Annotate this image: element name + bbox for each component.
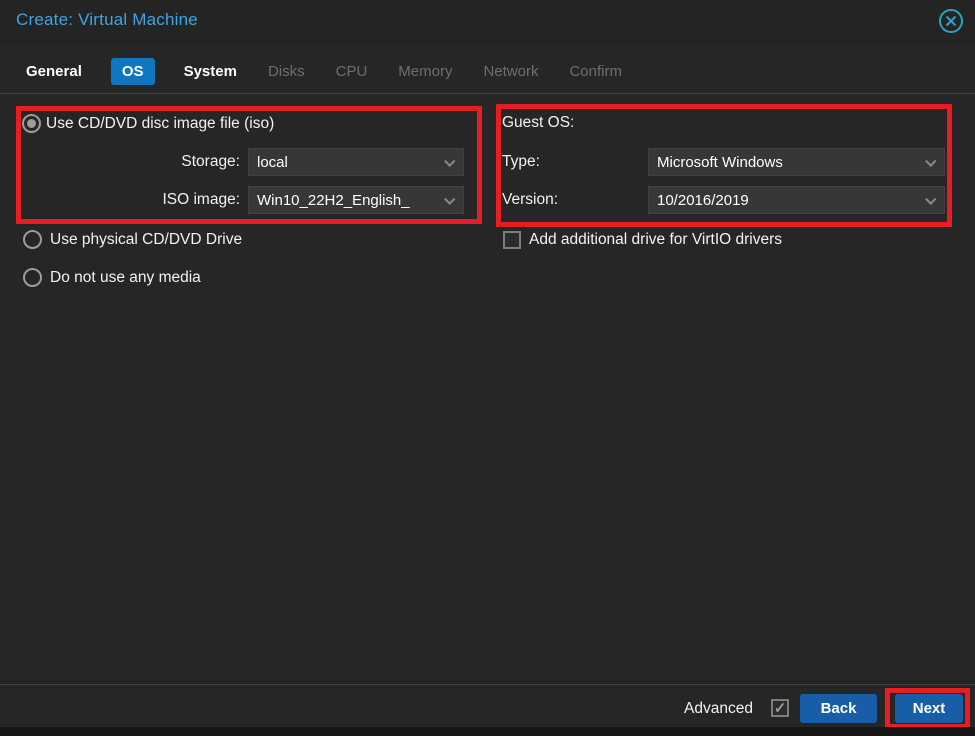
tab-network: Network <box>481 58 540 85</box>
radio-iso-image-label[interactable]: Use CD/DVD disc image file (iso) <box>46 115 274 133</box>
guest-os-version-select[interactable]: 10/2016/2019 <box>648 186 945 214</box>
tab-system[interactable]: System <box>182 58 239 85</box>
tab-confirm: Confirm <box>567 58 624 85</box>
radio-physical-drive-label[interactable]: Use physical CD/DVD Drive <box>50 231 242 249</box>
radio-physical-drive[interactable] <box>23 230 42 249</box>
chevron-down-icon <box>444 194 455 205</box>
back-button[interactable]: Back <box>800 694 877 723</box>
title-bar: Create: Virtual Machine <box>0 0 975 44</box>
advanced-checkbox[interactable] <box>771 699 789 717</box>
wizard-tabs: General OS System Disks CPU Memory Netwo… <box>24 55 624 87</box>
virtio-drive-label[interactable]: Add additional drive for VirtIO drivers <box>529 231 782 249</box>
chevron-down-icon <box>444 156 455 167</box>
tabs-separator <box>0 93 975 94</box>
iso-image-select-value: Win10_22H2_English_ <box>257 192 410 209</box>
tab-cpu: CPU <box>334 58 370 85</box>
tab-memory: Memory <box>396 58 454 85</box>
next-button[interactable]: Next <box>895 694 963 723</box>
iso-image-select[interactable]: Win10_22H2_English_ <box>248 186 464 214</box>
radio-iso-image[interactable] <box>22 114 41 133</box>
radio-no-media-label[interactable]: Do not use any media <box>50 269 201 287</box>
tab-os[interactable]: OS <box>111 58 155 85</box>
storage-label: Storage: <box>100 153 240 171</box>
radio-no-media[interactable] <box>23 268 42 287</box>
guest-os-type-select[interactable]: Microsoft Windows <box>648 148 945 176</box>
chevron-down-icon <box>925 194 936 205</box>
guest-os-type-label: Type: <box>502 153 540 171</box>
chevron-down-icon <box>925 156 936 167</box>
guest-os-heading: Guest OS: <box>502 114 574 132</box>
tab-general[interactable]: General <box>24 58 84 85</box>
dialog-title: Create: Virtual Machine <box>16 10 198 30</box>
advanced-label: Advanced <box>684 700 753 718</box>
guest-os-type-value: Microsoft Windows <box>657 154 783 171</box>
iso-image-label: ISO image: <box>100 191 240 209</box>
guest-os-version-label: Version: <box>502 191 558 209</box>
footer-separator <box>0 684 975 685</box>
dialog-bottom-edge <box>0 727 975 736</box>
close-icon[interactable] <box>938 8 964 34</box>
tab-disks: Disks <box>266 58 307 85</box>
storage-select-value: local <box>257 154 288 171</box>
virtio-drive-checkbox[interactable] <box>503 231 521 249</box>
create-vm-dialog: Create: Virtual Machine General OS Syste… <box>0 0 975 736</box>
guest-os-version-value: 10/2016/2019 <box>657 192 749 209</box>
storage-select[interactable]: local <box>248 148 464 176</box>
